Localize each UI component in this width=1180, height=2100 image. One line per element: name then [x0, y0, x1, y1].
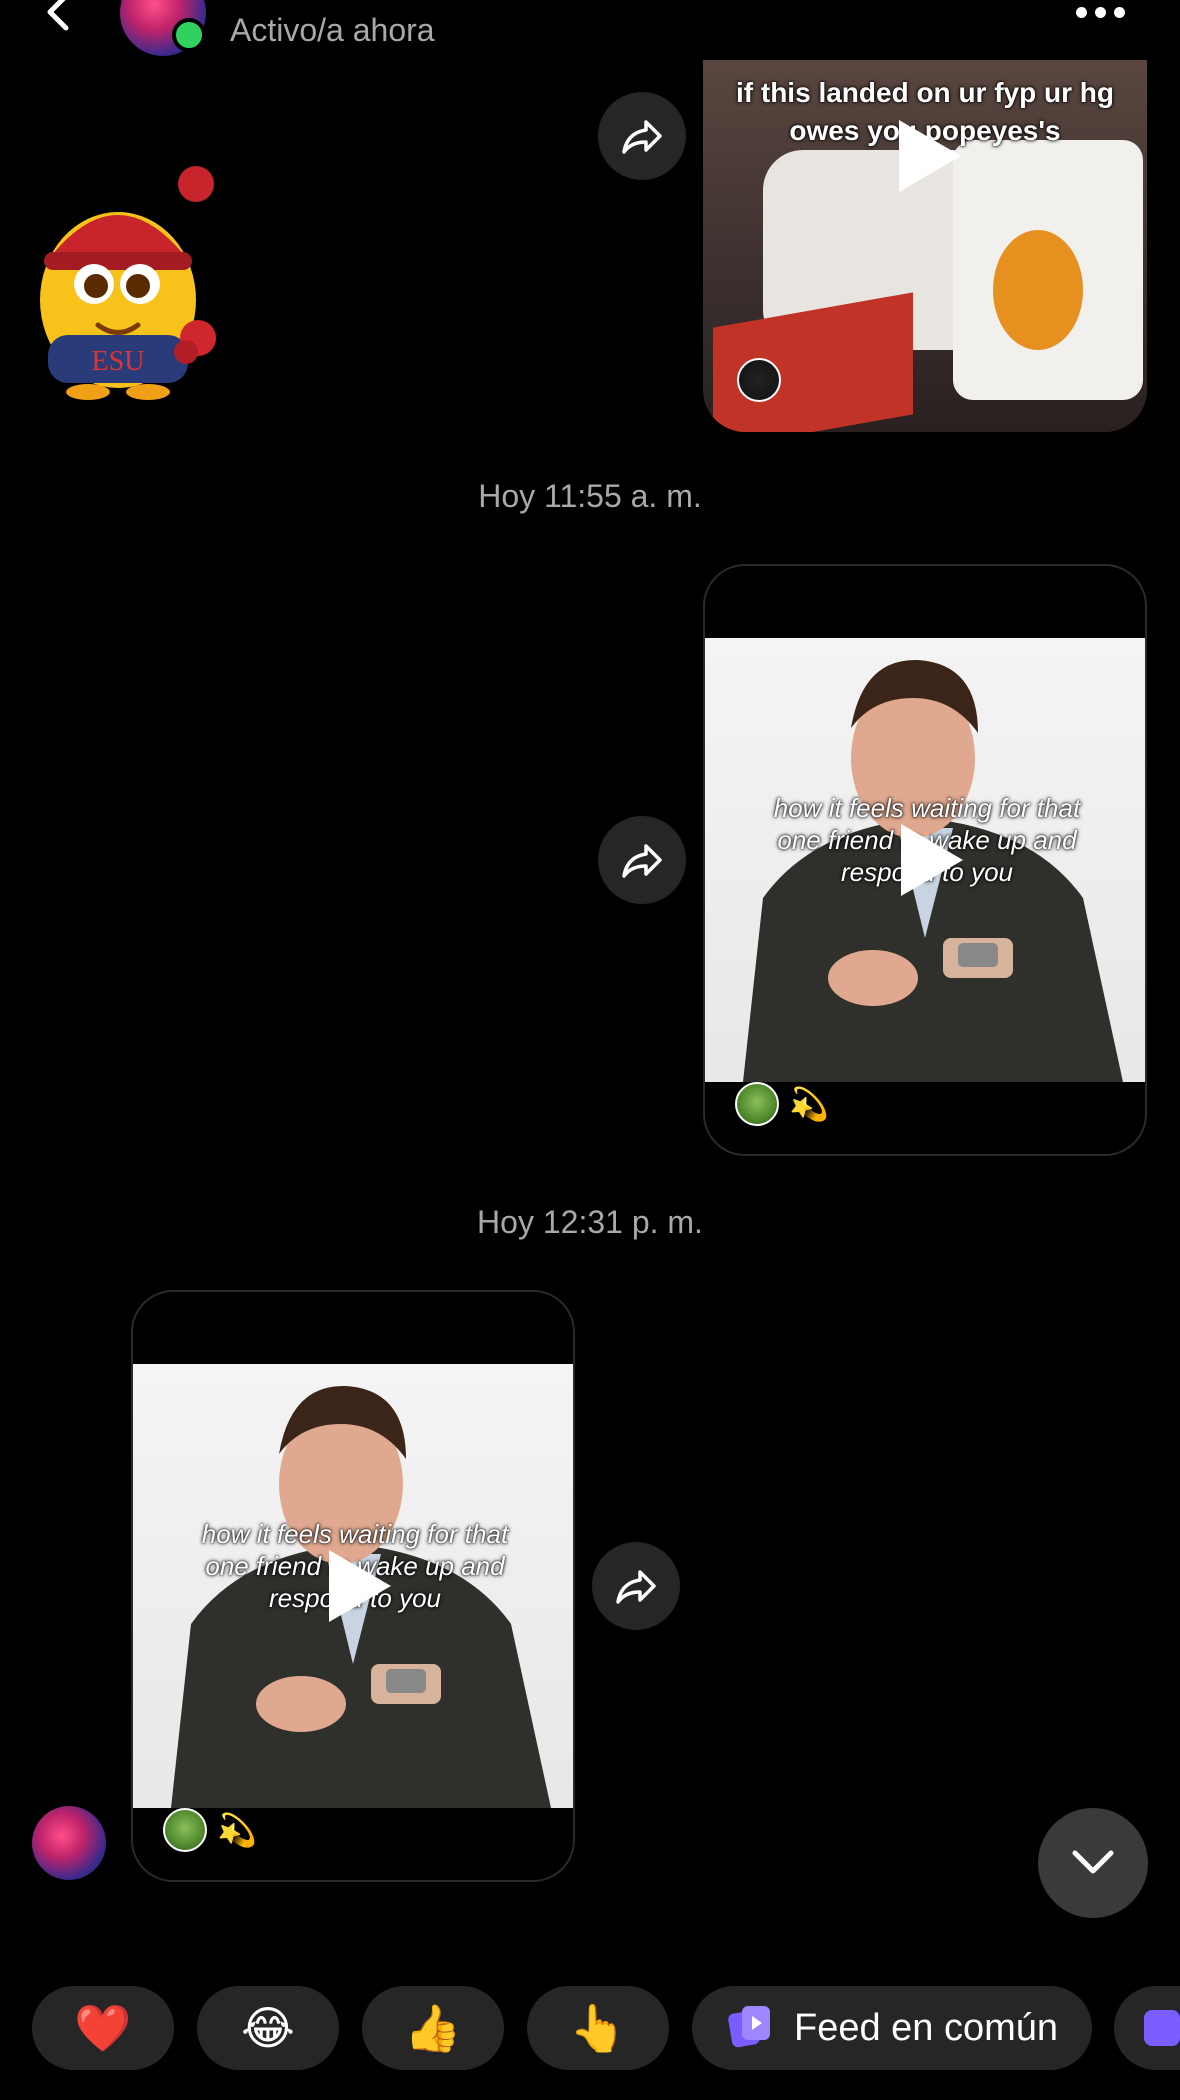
share-button[interactable]: [598, 92, 686, 180]
svg-text:ESU: ESU: [92, 346, 145, 377]
contact-status: Activo/a ahora: [230, 12, 435, 48]
video-message-card[interactable]: how it feels waiting for that one friend…: [703, 564, 1147, 1156]
video-message-card[interactable]: if this landed on ur fyp ur hg owes you …: [703, 60, 1147, 432]
timestamp: Hoy 12:31 p. m.: [477, 1204, 703, 1240]
author-avatar: [735, 1082, 779, 1126]
author-avatar: [737, 358, 781, 402]
share-button[interactable]: [592, 1542, 680, 1630]
back-icon[interactable]: [40, 0, 80, 32]
sticker-mascot[interactable]: ESU: [28, 160, 228, 400]
video-message-card[interactable]: how it feels waiting for that one friend…: [131, 1290, 575, 1882]
more-options-icon[interactable]: [1076, 4, 1132, 20]
sparkle-emoji: 💫: [217, 1812, 257, 1848]
reaction-laugh[interactable]: 😂: [197, 1986, 339, 2070]
play-icon[interactable]: [329, 1550, 391, 1622]
sparkle-emoji: 💫: [789, 1086, 829, 1122]
feed-en-comun-chip[interactable]: Feed en común: [692, 1986, 1092, 2070]
reaction-point-up[interactable]: 👆: [527, 1986, 669, 2070]
contact-avatar-small: [32, 1806, 106, 1880]
timestamp: Hoy 11:55 a. m.: [478, 478, 702, 514]
reaction-heart[interactable]: ❤️: [32, 1986, 174, 2070]
reaction-thumbs-up[interactable]: 👍: [362, 1986, 504, 2070]
online-status-dot: [172, 18, 206, 52]
scroll-down-button[interactable]: [1038, 1808, 1148, 1918]
feed-icon: [726, 2002, 774, 2055]
share-button[interactable]: [598, 816, 686, 904]
more-chip[interactable]: [1114, 1986, 1180, 2070]
play-icon[interactable]: [901, 824, 963, 896]
play-icon[interactable]: [899, 120, 961, 192]
feed-chip-label: Feed en común: [794, 2006, 1059, 2049]
author-avatar: [163, 1808, 207, 1852]
